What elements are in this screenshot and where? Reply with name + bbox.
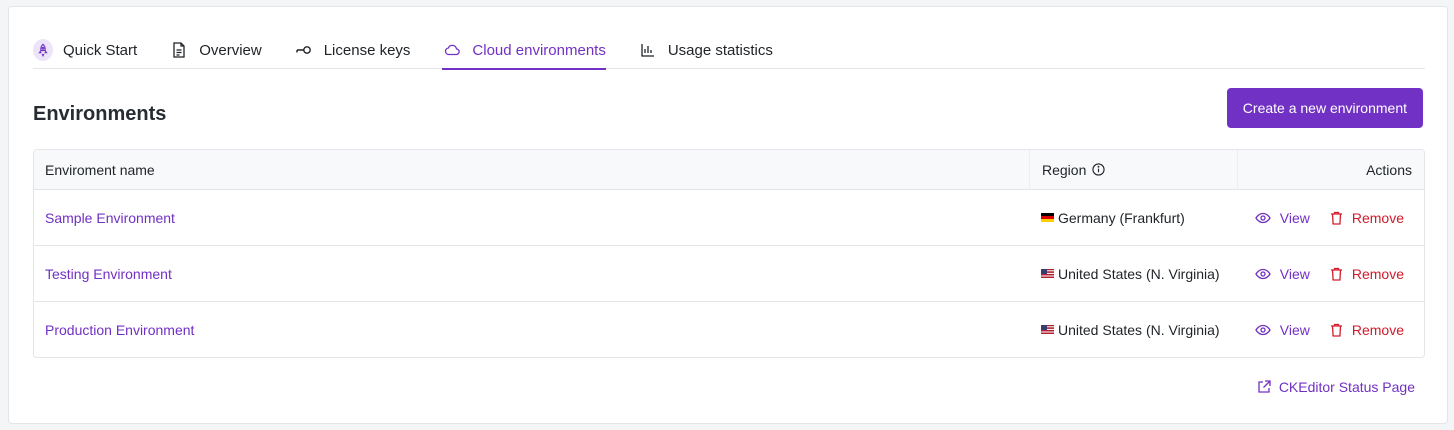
- environment-name-link[interactable]: Testing Environment: [45, 266, 172, 282]
- tab-license-keys[interactable]: License keys: [294, 31, 411, 69]
- view-label: View: [1279, 209, 1310, 226]
- tab-label: Usage statistics: [667, 41, 773, 59]
- create-environment-button[interactable]: Create a new environment: [1226, 88, 1423, 128]
- trash-icon: [1330, 323, 1343, 337]
- table-row: Testing Environment United States (N. Vi…: [34, 245, 1424, 301]
- column-header-actions: Actions: [1237, 150, 1424, 189]
- trash-icon: [1330, 211, 1343, 225]
- remove-button[interactable]: Remove: [1330, 266, 1404, 282]
- tab-usage-statistics[interactable]: Usage statistics: [638, 31, 773, 69]
- key-icon: [294, 40, 314, 60]
- column-header-region: Region: [1029, 150, 1237, 189]
- info-icon[interactable]: [1092, 163, 1106, 176]
- remove-label: Remove: [1351, 265, 1404, 282]
- eye-icon: [1255, 268, 1271, 280]
- main-card: Quick Start Overview License keys Cloud …: [8, 6, 1448, 424]
- remove-button[interactable]: Remove: [1330, 210, 1404, 226]
- us-flag-icon: [1041, 325, 1054, 334]
- table-header: Enviroment name Region Actions: [34, 150, 1424, 189]
- eye-icon: [1255, 212, 1271, 224]
- tab-label: Overview: [199, 41, 262, 59]
- remove-label: Remove: [1351, 321, 1404, 338]
- table-row: Sample Environment Germany (Frankfurt) V…: [34, 189, 1424, 245]
- rocket-icon: [33, 39, 53, 61]
- view-button[interactable]: View: [1255, 266, 1310, 282]
- tab-label: Quick Start: [63, 41, 138, 59]
- environments-table: Enviroment name Region Actions Sample En…: [33, 149, 1425, 358]
- region-value: Germany (Frankfurt): [1058, 209, 1185, 226]
- bar-chart-icon: [638, 40, 658, 60]
- column-header-name: Enviroment name: [45, 161, 155, 178]
- environment-name-link[interactable]: Sample Environment: [45, 210, 175, 226]
- us-flag-icon: [1041, 269, 1054, 278]
- trash-icon: [1330, 267, 1343, 281]
- tab-bar: Quick Start Overview License keys Cloud …: [33, 31, 1425, 70]
- external-link-icon: [1257, 380, 1271, 394]
- region-value: United States (N. Virginia): [1058, 321, 1220, 338]
- table-row: Production Environment United States (N.…: [34, 301, 1424, 357]
- tab-label: Cloud environments: [472, 41, 606, 59]
- eye-icon: [1255, 324, 1271, 336]
- remove-button[interactable]: Remove: [1330, 322, 1404, 338]
- tab-cloud-environments[interactable]: Cloud environments: [442, 31, 607, 70]
- status-page-link[interactable]: CKEditor Status Page: [1257, 379, 1415, 395]
- view-button[interactable]: View: [1255, 322, 1310, 338]
- document-icon: [169, 40, 189, 60]
- status-link-label: CKEditor Status Page: [1278, 379, 1415, 395]
- view-button[interactable]: View: [1255, 210, 1310, 226]
- region-value: United States (N. Virginia): [1058, 265, 1220, 282]
- view-label: View: [1279, 321, 1310, 338]
- page-title: Environments: [33, 103, 167, 125]
- tab-overview[interactable]: Overview: [169, 31, 262, 69]
- tab-quick-start[interactable]: Quick Start: [33, 31, 137, 69]
- germany-flag-icon: [1041, 213, 1054, 222]
- tab-label: License keys: [323, 41, 411, 59]
- remove-label: Remove: [1351, 209, 1404, 226]
- cloud-icon: [442, 40, 462, 60]
- environment-name-link[interactable]: Production Environment: [45, 322, 194, 338]
- view-label: View: [1279, 265, 1310, 282]
- region-header-label: Region: [1042, 161, 1087, 178]
